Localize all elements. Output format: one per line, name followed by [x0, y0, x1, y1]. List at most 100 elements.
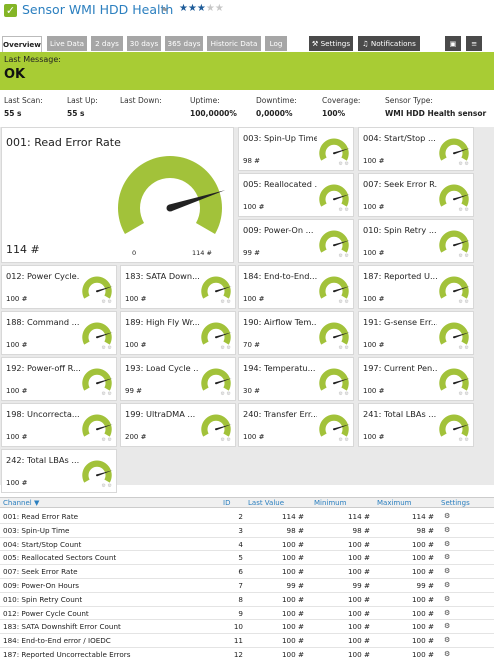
tab-bar: Overview Live Data 2 days 30 days 365 da…	[0, 36, 494, 52]
table-row[interactable]: 183: SATA Downshift Error Count 10 100 # 10…	[0, 620, 494, 635]
table-row[interactable]: 005: Reallocated Sectors Count 5 100 # 100 …	[0, 551, 494, 566]
gauge-value: 100 #	[125, 341, 147, 349]
gauge-tile[interactable]: 007: Seek Error R... 100 # ⚙ ⚙	[358, 173, 474, 217]
column-minimum[interactable]: Minimum	[314, 499, 346, 507]
gauge-name: 197: Current Pen...	[363, 363, 437, 373]
priority-stars[interactable]: ★★★★★	[179, 3, 224, 14]
gauge-options-icon[interactable]: ⚙ ⚙	[458, 161, 469, 167]
table-row[interactable]: 009: Power-On Hours 7 99 # 99 # 99 # ⚙	[0, 579, 494, 593]
gauge-tile[interactable]: 003: Spin-Up Time 98 # ⚙ ⚙	[238, 127, 354, 171]
tab-live-data[interactable]: Live Data	[47, 36, 87, 51]
menu-button[interactable]: ≡	[466, 36, 482, 51]
gauge-tile[interactable]: 242: Total LBAs ... 100 # ⚙ ⚙	[1, 449, 117, 493]
gauge-tile[interactable]: 009: Power-On ... 99 # ⚙ ⚙	[238, 219, 354, 263]
bell-icon: ♫	[362, 39, 371, 48]
notifications-button[interactable]: ♫ Notifications	[358, 36, 420, 51]
gauge-options-icon[interactable]: ⚙ ⚙	[338, 299, 349, 305]
row-settings-icon[interactable]: ⚙	[444, 622, 450, 630]
gauge-options-icon[interactable]: ⚙ ⚙	[338, 253, 349, 259]
status-ok-icon: ✓	[4, 4, 17, 17]
gauge-tile[interactable]: 193: Load Cycle ... 99 # ⚙ ⚙	[120, 357, 236, 401]
gauge-tile[interactable]: 192: Power-off R... 100 # ⚙ ⚙	[1, 357, 117, 401]
gauge-tile[interactable]: 198: Uncorrecta... 100 # ⚙ ⚙	[1, 403, 117, 447]
table-row[interactable]: 003: Spin-Up Time 3 98 # 98 # 98 # ⚙	[0, 524, 494, 538]
gauge-options-icon[interactable]: ⚙ ⚙	[458, 253, 469, 259]
gauge-options-icon[interactable]: ⚙ ⚙	[101, 391, 112, 397]
gauge-options-icon[interactable]: ⚙ ⚙	[458, 207, 469, 213]
gauge-options-icon[interactable]: ⚙ ⚙	[220, 299, 231, 305]
tab-365-days[interactable]: 365 days	[165, 36, 203, 51]
gauge-options-icon[interactable]: ⚙ ⚙	[338, 207, 349, 213]
column-settings[interactable]: Settings	[441, 499, 470, 507]
gauge-options-icon[interactable]: ⚙ ⚙	[220, 345, 231, 351]
table-row[interactable]: 004: Start/Stop Count 4 100 # 100 # 100 # ⚙	[0, 538, 494, 552]
gauge-max-label: 114 #	[192, 249, 212, 257]
row-settings-icon[interactable]: ⚙	[444, 567, 450, 575]
table-row[interactable]: 012: Power Cycle Count 9 100 # 100 # 100 # ⚙	[0, 607, 494, 621]
gauge-tile[interactable]: 184: End-to-End... 100 # ⚙ ⚙	[238, 265, 354, 309]
gauge-name: 003: Spin-Up Time	[243, 133, 317, 143]
settings-button[interactable]: ⚒ Settings	[309, 36, 353, 51]
gauge-tile-big[interactable]: 001: Read Error Rate 0 114 # 114 #	[1, 127, 234, 263]
gauge-tile[interactable]: 010: Spin Retry ... 100 # ⚙ ⚙	[358, 219, 474, 263]
gauge-options-icon[interactable]: ⚙ ⚙	[101, 483, 112, 489]
gauge-options-icon[interactable]: ⚙ ⚙	[220, 437, 231, 443]
tab-30-days[interactable]: 30 days	[127, 36, 161, 51]
gauge-value: 100 #	[363, 295, 385, 303]
table-row[interactable]: 187: Reported Uncorrectable Errors 12 100 …	[0, 648, 494, 661]
row-settings-icon[interactable]: ⚙	[444, 581, 450, 589]
tab-2-days[interactable]: 2 days	[91, 36, 123, 51]
column-channel[interactable]: Channel ▼	[3, 499, 39, 507]
row-settings-icon[interactable]: ⚙	[444, 650, 450, 658]
cell-last-value: 100 #	[281, 636, 304, 646]
gauge-grid: 001: Read Error Rate 0 114 # 114 # 003: …	[0, 127, 494, 493]
gauge-tile[interactable]: 240: Transfer Err... 100 # ⚙ ⚙	[238, 403, 354, 447]
gauge-tile[interactable]: 199: UltraDMA ... 200 # ⚙ ⚙	[120, 403, 236, 447]
gauge-options-icon[interactable]: ⚙ ⚙	[101, 345, 112, 351]
flag-icon[interactable]: ⚑	[161, 6, 168, 15]
gauge-options-icon[interactable]: ⚙ ⚙	[101, 299, 112, 305]
column-id[interactable]: ID	[223, 499, 230, 507]
column-maximum[interactable]: Maximum	[377, 499, 412, 507]
stat-label: Uptime:	[190, 96, 220, 105]
table-row[interactable]: 007: Seek Error Rate 6 100 # 100 # 100 # ⚙	[0, 565, 494, 579]
gauge-tile[interactable]: 241: Total LBAs ... 100 # ⚙ ⚙	[358, 403, 474, 447]
gauge-tile[interactable]: 012: Power Cycle... 100 # ⚙ ⚙	[1, 265, 117, 309]
row-settings-icon[interactable]: ⚙	[444, 609, 450, 617]
comment-button[interactable]: ▣	[445, 36, 461, 51]
column-last-value[interactable]: Last Value	[248, 499, 284, 507]
row-settings-icon[interactable]: ⚙	[444, 512, 450, 520]
gauge-tile[interactable]: 187: Reported U... 100 # ⚙ ⚙	[358, 265, 474, 309]
gauge-tile[interactable]: 189: High Fly Wr... 100 # ⚙ ⚙	[120, 311, 236, 355]
gauge-options-icon[interactable]: ⚙ ⚙	[338, 391, 349, 397]
gauge-tile[interactable]: 188: Command ... 100 # ⚙ ⚙	[1, 311, 117, 355]
row-settings-icon[interactable]: ⚙	[444, 540, 450, 548]
row-settings-icon[interactable]: ⚙	[444, 595, 450, 603]
row-settings-icon[interactable]: ⚙	[444, 553, 450, 561]
tab-historic-data[interactable]: Historic Data	[207, 36, 261, 51]
gauge-options-icon[interactable]: ⚙ ⚙	[458, 345, 469, 351]
gauge-tile[interactable]: 194: Temperatu... 30 # ⚙ ⚙	[238, 357, 354, 401]
gauge-tile[interactable]: 004: Start/Stop ... 100 # ⚙ ⚙	[358, 127, 474, 171]
gauge-tile[interactable]: 005: Reallocated ... 100 # ⚙ ⚙	[238, 173, 354, 217]
row-settings-icon[interactable]: ⚙	[444, 526, 450, 534]
gauge-tile[interactable]: 191: G-sense Err... 100 # ⚙ ⚙	[358, 311, 474, 355]
gauge-hub	[215, 336, 217, 339]
gauge-tile[interactable]: 190: Airflow Tem... 70 # ⚙ ⚙	[238, 311, 354, 355]
gauge-tile[interactable]: 197: Current Pen... 100 # ⚙ ⚙	[358, 357, 474, 401]
tab-log[interactable]: Log	[265, 36, 287, 51]
gauge-options-icon[interactable]: ⚙ ⚙	[458, 391, 469, 397]
gauge-options-icon[interactable]: ⚙ ⚙	[458, 299, 469, 305]
gauge-options-icon[interactable]: ⚙ ⚙	[101, 437, 112, 443]
gauge-options-icon[interactable]: ⚙ ⚙	[338, 161, 349, 167]
tab-overview[interactable]: Overview	[2, 36, 42, 52]
table-row[interactable]: 001: Read Error Rate 2 114 # 114 # 114 # ⚙	[0, 510, 494, 524]
gauge-options-icon[interactable]: ⚙ ⚙	[338, 345, 349, 351]
row-settings-icon[interactable]: ⚙	[444, 636, 450, 644]
gauge-options-icon[interactable]: ⚙ ⚙	[220, 391, 231, 397]
gauge-tile[interactable]: 183: SATA Down... 100 # ⚙ ⚙	[120, 265, 236, 309]
gauge-options-icon[interactable]: ⚙ ⚙	[338, 437, 349, 443]
table-row[interactable]: 010: Spin Retry Count 8 100 # 100 # 100 # ⚙	[0, 593, 494, 607]
table-row[interactable]: 184: End-to-End error / IOEDC 11 100 # 100 …	[0, 634, 494, 648]
gauge-options-icon[interactable]: ⚙ ⚙	[458, 437, 469, 443]
